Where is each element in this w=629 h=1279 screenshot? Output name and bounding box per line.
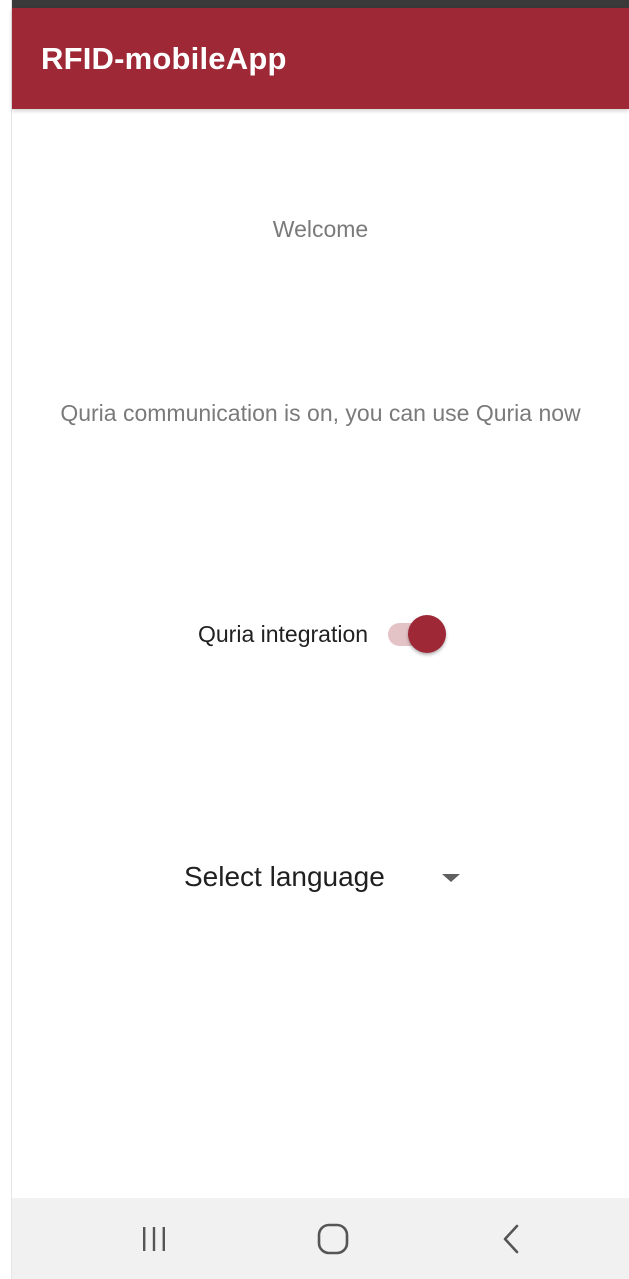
home-button[interactable] xyxy=(273,1198,393,1279)
language-select[interactable]: Select language xyxy=(184,852,474,902)
quria-status-text: Quria communication is on, you can use Q… xyxy=(60,400,581,426)
quria-integration-toggle[interactable] xyxy=(388,614,447,654)
system-nav-bar xyxy=(12,1198,629,1279)
quria-integration-row: Quria integration xyxy=(198,612,447,656)
left-edge-divider xyxy=(0,0,12,1279)
dropdown-arrow-icon xyxy=(442,874,460,882)
back-icon xyxy=(503,1224,519,1253)
app-screen: RFID-mobileApp Welcome Quria communicati… xyxy=(0,0,629,1279)
recents-button[interactable] xyxy=(94,1198,214,1279)
language-select-label: Select language xyxy=(184,861,385,892)
app-bar: RFID-mobileApp xyxy=(12,8,629,109)
recents-icon xyxy=(143,1226,165,1251)
quria-integration-label: Quria integration xyxy=(198,620,369,647)
status-bar xyxy=(12,0,629,8)
home-icon xyxy=(317,1223,349,1254)
app-title: RFID-mobileApp xyxy=(41,40,287,76)
toggle-thumb xyxy=(408,615,447,653)
back-button[interactable] xyxy=(452,1198,572,1279)
welcome-text: Welcome xyxy=(272,216,369,242)
